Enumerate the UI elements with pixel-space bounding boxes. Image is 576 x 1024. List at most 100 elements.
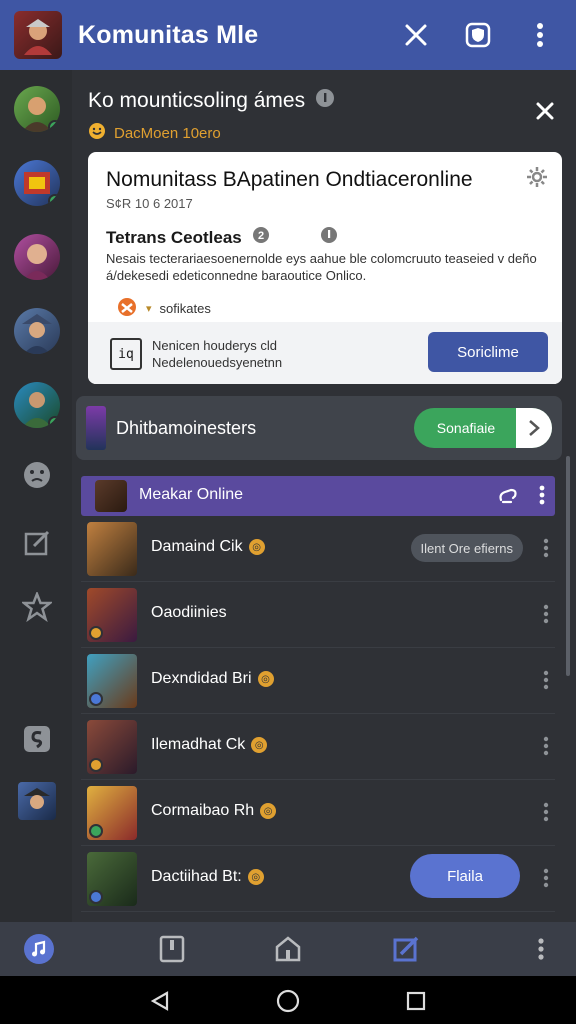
card-footer: iq Nenicen houderys cld Nedelenouedsyene… [88, 322, 562, 384]
card-meta: S¢R 10 6 2017 [106, 196, 193, 211]
coin-badge-icon: ◎ [248, 539, 265, 555]
selected-channel-row[interactable]: Meakar Online [81, 476, 555, 516]
card-section-title: Tetrans Ceotleas [106, 227, 242, 247]
card-footer-line-2: Nedelenouedsyenetnn [152, 355, 283, 370]
system-navigation-bar [0, 976, 576, 1024]
more-vert-icon[interactable] [543, 736, 549, 761]
edit-box-icon[interactable] [20, 526, 54, 560]
status-dot [89, 626, 103, 640]
info-icon[interactable] [315, 88, 335, 114]
server-icon-2[interactable] [14, 160, 60, 206]
sticker-icon[interactable] [20, 722, 54, 756]
card-description: Nesais tecterariaesoenernolde eys aahue … [106, 251, 537, 283]
gear-icon[interactable] [526, 166, 548, 193]
emoji-smile-icon [88, 122, 106, 144]
scrollbar[interactable] [566, 456, 570, 676]
item-name: Dactiihad Bt: [151, 868, 242, 885]
info-icon[interactable] [320, 226, 338, 249]
promo-thumbnail [86, 406, 106, 450]
status-dot [89, 824, 103, 838]
more-vert-icon[interactable] [543, 604, 549, 629]
card-tag-label: sofikates [159, 301, 211, 316]
recents-icon[interactable] [403, 988, 429, 1014]
item-name: Ilemadhat Ck [151, 736, 246, 753]
crossed-tools-icon[interactable] [394, 13, 438, 57]
server-rail [0, 70, 72, 922]
list-item[interactable]: Dexndidad Bri ◎ [81, 648, 555, 714]
bottom-tab-bar [0, 922, 576, 976]
card-tag[interactable]: ▾ sofikates [116, 296, 211, 321]
close-icon[interactable] [528, 94, 562, 128]
chevron-right-icon[interactable] [516, 408, 552, 448]
item-name: Damaind Cik [151, 538, 243, 555]
online-dot [48, 120, 60, 132]
info-card: Nomunitass BApatinen Ondtiaceronline S¢R… [88, 152, 562, 384]
promo-button[interactable]: Sonafiaie [414, 408, 552, 448]
app-root: Komunitas Mle Ko mounticsoling ámes DacM… [0, 0, 576, 1024]
star-badge-icon[interactable] [20, 590, 54, 624]
more-vert-icon[interactable] [543, 670, 549, 695]
coin-badge-icon: ◎ [251, 737, 268, 753]
online-dot [48, 416, 60, 428]
more-vert-icon[interactable] [518, 13, 562, 57]
tab-edit-icon[interactable] [389, 932, 423, 966]
channel-avatar [95, 480, 127, 512]
server-icon-5[interactable] [14, 382, 60, 428]
promo-button-label: Sonafiaie [436, 420, 496, 436]
status-dot [89, 758, 103, 772]
item-thumbnail [87, 588, 137, 642]
emoji-face-icon[interactable] [20, 458, 54, 492]
server-icon-3[interactable] [14, 234, 60, 280]
item-thumbnail [87, 654, 137, 708]
tab-music-icon[interactable] [22, 932, 56, 966]
qr-code-icon[interactable]: iq [110, 338, 142, 370]
community-title: Ko mounticsoling ámes [88, 89, 306, 112]
server-icon-1[interactable] [14, 86, 60, 132]
community-header: Ko mounticsoling ámes DacMoen 10ero [88, 88, 558, 144]
back-icon[interactable] [147, 988, 173, 1014]
tag-marker-icon: ▾ [146, 303, 152, 315]
card-footer-line-1: Nenicen houderys cld [152, 338, 278, 353]
help-icon[interactable]: 2 [252, 226, 270, 249]
coin-badge-icon: ◎ [260, 803, 277, 819]
card-footer-text: Nenicen houderys cld Nedelenouedsyenetnn [152, 337, 282, 371]
online-dot [48, 194, 60, 206]
tab-more-icon[interactable] [524, 932, 558, 966]
home-circle-icon[interactable] [275, 988, 301, 1014]
item-thumbnail [87, 786, 137, 840]
more-vert-icon[interactable] [543, 802, 549, 827]
link-icon[interactable] [497, 484, 519, 511]
server-icon-4[interactable] [14, 308, 60, 354]
tab-home-icon[interactable] [271, 932, 305, 966]
shield-icon[interactable] [456, 13, 500, 57]
list-item[interactable]: Oaodiinies [81, 582, 555, 648]
list-item[interactable]: Ilemadhat Ck ◎ [81, 714, 555, 780]
reaction-icon [116, 296, 138, 321]
item-name: Dexndidad Bri [151, 670, 252, 687]
card-action-button[interactable]: Soriclime [428, 332, 548, 372]
item-name: Cormaibao Rh [151, 802, 255, 819]
more-vert-icon[interactable] [539, 484, 545, 511]
floating-action-button[interactable]: Flaila [410, 854, 520, 898]
server-icon-6[interactable] [18, 782, 56, 820]
svg-text:2: 2 [258, 230, 264, 242]
item-status-pill[interactable]: Ilent Ore efierns [410, 534, 523, 562]
tab-bookmark-icon[interactable] [155, 932, 189, 966]
list-item[interactable]: Damaind Cik ◎ Ilent Ore efierns [81, 516, 555, 582]
more-vert-icon[interactable] [543, 538, 549, 563]
item-thumbnail [87, 720, 137, 774]
community-subtitle: DacMoen 10ero [114, 124, 221, 142]
coin-badge-icon: ◎ [257, 671, 274, 687]
app-bar: Komunitas Mle [0, 0, 576, 70]
item-name: Oaodiinies [151, 604, 227, 621]
more-vert-icon[interactable] [543, 868, 549, 893]
item-thumbnail [87, 522, 137, 576]
user-avatar[interactable] [14, 11, 62, 59]
list-item[interactable]: Cormaibao Rh ◎ [81, 780, 555, 846]
promo-bar: Dhitbamoinesters Sonafiaie [76, 396, 562, 460]
app-title: Komunitas Mle [78, 20, 259, 49]
status-dot [89, 692, 103, 706]
promo-title: Dhitbamoinesters [116, 418, 257, 438]
main-panel: Ko mounticsoling ámes DacMoen 10ero Nomu… [72, 70, 576, 922]
selected-channel-title: Meakar Online [139, 486, 244, 503]
